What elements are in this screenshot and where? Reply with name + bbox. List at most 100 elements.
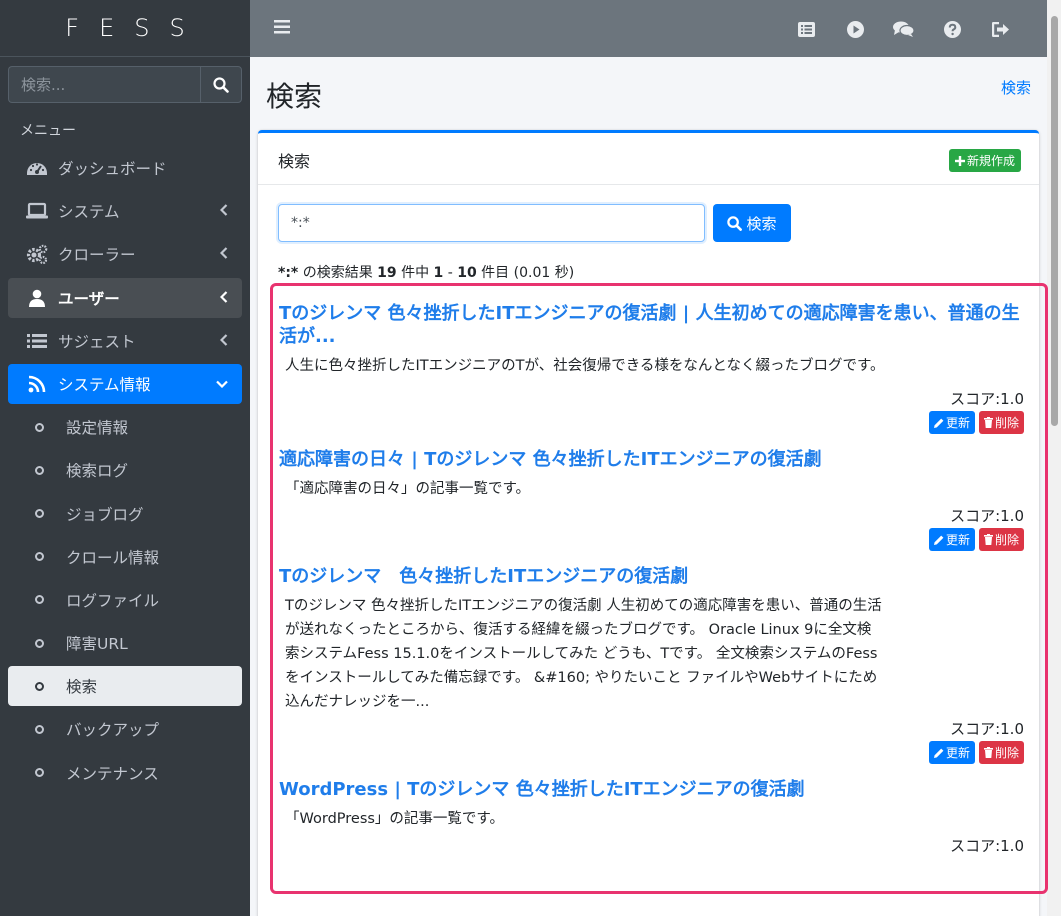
sidebar-subitem-log-file[interactable]: ログファイル bbox=[8, 580, 242, 620]
circle-icon bbox=[32, 589, 46, 611]
sidebar-item-system-info[interactable]: システム情報 bbox=[8, 363, 242, 404]
sidebar-subitem-config-info[interactable]: 設定情報 bbox=[8, 407, 242, 447]
sidebar-subitem-label: ログファイル bbox=[66, 591, 160, 610]
topbar bbox=[250, 0, 1047, 57]
sidebar-subitem-label: 検索ログ bbox=[66, 462, 129, 481]
main-content: 検索 検索 検索 新規作成 検索 *:* の検索結果 19 件中 1 - 10 … bbox=[250, 57, 1048, 916]
result-item: 適応障害の日々 | Tのジレンマ 色々挫折したITエンジニアの復活劇 「適応障害… bbox=[273, 448, 1045, 551]
result-title-link[interactable]: Tのジレンマ 色々挫折したITエンジニアの復活劇 bbox=[279, 565, 1029, 588]
search-icon bbox=[727, 215, 743, 231]
page-scrollbar[interactable] bbox=[1047, 0, 1061, 916]
sidebar-item-label: クローラー bbox=[58, 246, 136, 265]
sidebar-subitem-label: メンテナンス bbox=[66, 764, 159, 783]
dashboard-icon bbox=[26, 157, 48, 179]
sidebar-search-button[interactable] bbox=[200, 66, 242, 103]
brand-text: FESS bbox=[65, 14, 205, 42]
create-new-button[interactable]: 新規作成 bbox=[948, 149, 1021, 172]
result-title-link[interactable]: Tのジレンマ 色々挫折したITエンジニアの復活劇 | 人生初めての適応障害を患い… bbox=[279, 302, 1029, 348]
result-summary: *:* の検索結果 19 件中 1 - 10 件目 (0.01 秒) bbox=[278, 262, 574, 282]
query-input[interactable] bbox=[278, 204, 705, 242]
sidebar-item-suggest[interactable]: サジェスト bbox=[8, 321, 242, 361]
search-button-label: 検索 bbox=[746, 214, 777, 233]
result-text: - bbox=[443, 265, 458, 281]
sidebar-search-input[interactable] bbox=[8, 66, 200, 103]
cogs-icon bbox=[26, 243, 48, 265]
delete-button[interactable]: 削除 bbox=[978, 411, 1024, 434]
circle-icon bbox=[32, 459, 46, 481]
trash-icon bbox=[983, 534, 993, 545]
delete-label: 削除 bbox=[994, 416, 1019, 430]
result-actions: 更新 削除 bbox=[279, 528, 1024, 551]
edit-button[interactable]: 更新 bbox=[928, 741, 975, 764]
sidebar-subitem-label: ジョブログ bbox=[66, 505, 144, 524]
user-icon bbox=[26, 287, 48, 309]
sidebar-item-user[interactable]: ユーザー bbox=[8, 277, 242, 318]
result-description: Tのジレンマ 色々挫折したITエンジニアの復活劇 人生初めての適応障害を患い、普… bbox=[285, 598, 882, 710]
chevron-left-icon bbox=[220, 247, 228, 260]
edit-button[interactable]: 更新 bbox=[928, 411, 975, 434]
sidebar-item-system[interactable]: システム bbox=[8, 191, 242, 231]
delete-button[interactable]: 削除 bbox=[978, 528, 1024, 551]
result-total: 19 bbox=[377, 265, 397, 281]
sidebar-item-dashboard[interactable]: ダッシュボード bbox=[8, 148, 242, 188]
result-text: の検索結果 bbox=[298, 265, 378, 281]
circle-icon bbox=[32, 546, 46, 568]
delete-button[interactable]: 削除 bbox=[978, 741, 1024, 764]
circle-icon bbox=[32, 632, 46, 654]
chevron-left-icon bbox=[220, 204, 228, 216]
create-new-label: 新規作成 bbox=[966, 154, 1015, 168]
chevron-left-icon bbox=[220, 333, 228, 346]
result-score: スコア:1.0 bbox=[950, 720, 1024, 738]
search-button[interactable]: 検索 bbox=[713, 204, 791, 242]
sidebar-item-label: ユーザー bbox=[58, 289, 120, 308]
question-circle-icon[interactable] bbox=[928, 18, 977, 40]
circle-icon bbox=[32, 718, 46, 740]
trash-icon bbox=[983, 417, 993, 428]
result-description: 「適応障害の日々」の記事一覧です。 bbox=[285, 481, 531, 497]
edit-button[interactable]: 更新 bbox=[928, 528, 975, 551]
result-description: 「WordPress」の記事一覧です。 bbox=[285, 811, 504, 827]
sidebar-item-crawler[interactable]: クローラー bbox=[8, 234, 242, 274]
result-score: スコア:1.0 bbox=[950, 390, 1024, 408]
result-score: スコア:1.0 bbox=[950, 837, 1024, 855]
search-icon bbox=[213, 76, 229, 93]
sidebar-subitem-search[interactable]: 検索 bbox=[8, 666, 242, 707]
sidebar-subitem-crawl-info[interactable]: クロール情報 bbox=[8, 537, 242, 577]
edit-label: 更新 bbox=[945, 746, 970, 760]
nav-header: メニュー bbox=[20, 123, 76, 139]
breadcrumb[interactable]: 検索 bbox=[1001, 77, 1031, 98]
sidebar-subitem-label: クロール情報 bbox=[66, 548, 160, 567]
sidebar-subitem-search-log[interactable]: 検索ログ bbox=[8, 450, 242, 490]
sidebar-subitem-maintenance[interactable]: メンテナンス bbox=[8, 753, 242, 793]
hamburger-icon[interactable] bbox=[274, 20, 290, 34]
sidebar-subitem-failure-url[interactable]: 障害URL bbox=[8, 623, 242, 663]
list-icon bbox=[26, 330, 48, 352]
search-card: 検索 新規作成 検索 *:* の検索結果 19 件中 1 - 10 件目 (0.… bbox=[258, 130, 1048, 916]
result-text: 件中 bbox=[396, 265, 434, 281]
card-header: 検索 新規作成 bbox=[258, 133, 1039, 185]
sidebar-subitem-backup[interactable]: バックアップ bbox=[8, 709, 242, 749]
play-circle-icon[interactable] bbox=[831, 18, 880, 40]
result-item: Tのジレンマ 色々挫折したITエンジニアの復活劇 Tのジレンマ 色々挫折したIT… bbox=[273, 565, 1045, 764]
result-actions: 更新 削除 bbox=[279, 741, 1024, 764]
sidebar-subitem-label: 検索 bbox=[66, 678, 98, 697]
result-query: *:* bbox=[278, 265, 299, 281]
sidebar-item-label: ダッシュボード bbox=[58, 160, 167, 178]
sidebar-subitem-job-log[interactable]: ジョブログ bbox=[8, 494, 242, 534]
result-actions: 更新 削除 bbox=[279, 411, 1024, 434]
result-score: スコア:1.0 bbox=[950, 507, 1024, 525]
sign-out-icon[interactable] bbox=[977, 18, 1026, 40]
rss-icon bbox=[26, 373, 48, 395]
result-title-link[interactable]: WordPress | Tのジレンマ 色々挫折したITエンジニアの復活劇 bbox=[279, 778, 1029, 801]
pencil-icon bbox=[933, 748, 944, 758]
result-title-link[interactable]: 適応障害の日々 | Tのジレンマ 色々挫折したITエンジニアの復活劇 bbox=[279, 448, 1029, 471]
pencil-icon bbox=[933, 418, 944, 428]
delete-label: 削除 bbox=[994, 746, 1019, 760]
pencil-icon bbox=[933, 535, 944, 545]
sidebar-item-label: システム情報 bbox=[58, 375, 151, 394]
result-from: 1 bbox=[433, 265, 444, 281]
comments-icon[interactable] bbox=[880, 18, 929, 40]
brand-logo[interactable]: FESS bbox=[0, 0, 250, 57]
scrollbar-thumb[interactable] bbox=[1051, 16, 1058, 426]
list-alt-icon[interactable] bbox=[783, 18, 832, 40]
